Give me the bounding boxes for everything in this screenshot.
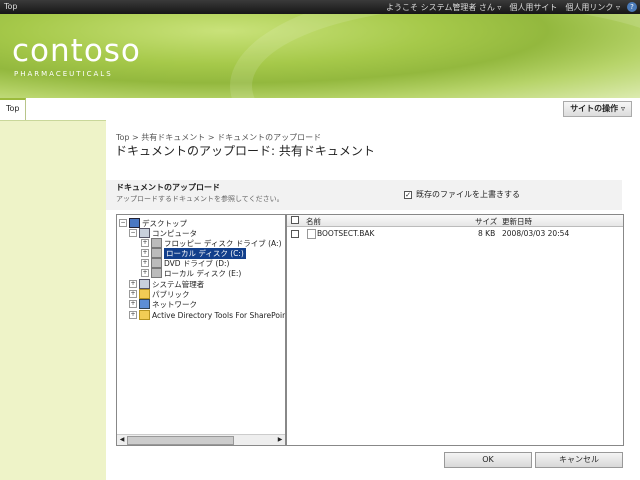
- upload-heading: ドキュメントのアップロード: [116, 183, 220, 192]
- scrollbar-thumb[interactable]: [127, 436, 234, 445]
- upload-panel-header: ドキュメントのアップロード アップロードするドキュメントを参照してください。 ✓…: [106, 180, 622, 210]
- my-links-menu[interactable]: 個人用リンク ▿: [565, 2, 620, 13]
- expand-icon[interactable]: +: [129, 300, 137, 308]
- tree-item-public[interactable]: + パブリック: [129, 289, 190, 299]
- tree-item-desktop[interactable]: − デスクトップ: [119, 218, 187, 228]
- folder-icon: [139, 310, 150, 320]
- collapse-icon[interactable]: −: [129, 229, 137, 237]
- global-top-bar: Top ようこそ システム管理者 さん ▿ 個人用サイト 個人用リンク ▿ ?: [0, 0, 640, 14]
- help-icon[interactable]: ?: [627, 2, 637, 12]
- horizontal-scrollbar[interactable]: ◀ ▶: [117, 434, 285, 445]
- column-name[interactable]: 名前: [306, 216, 321, 227]
- expand-icon[interactable]: +: [141, 239, 149, 247]
- expand-icon[interactable]: +: [129, 290, 137, 298]
- upload-panel: ドキュメントのアップロード アップロードするドキュメントを参照してください。 ✓…: [106, 180, 624, 446]
- file-modified: 2008/03/03 20:54: [502, 229, 570, 238]
- select-all-checkbox[interactable]: [291, 216, 299, 224]
- tree-item-floppy[interactable]: + フロッピー ディスク ドライブ (A:): [141, 238, 282, 248]
- site-banner: contoso PHARMACEUTICALS: [0, 14, 640, 98]
- site-title-link[interactable]: Top: [4, 2, 18, 11]
- desktop-icon: [129, 218, 140, 228]
- collapse-icon[interactable]: −: [119, 219, 127, 227]
- scroll-right-icon[interactable]: ▶: [276, 436, 284, 443]
- overwrite-option[interactable]: ✓ 既存のファイルを上書きする: [404, 189, 520, 200]
- welcome-menu[interactable]: ようこそ システム管理者 さん ▿: [386, 2, 501, 13]
- file-list-header: 名前 サイズ 更新日時: [287, 215, 623, 227]
- tab-top[interactable]: Top: [0, 98, 26, 120]
- banner-swirl: [230, 14, 640, 98]
- expand-icon[interactable]: +: [129, 280, 137, 288]
- column-size[interactable]: サイズ: [475, 216, 497, 227]
- computer-icon: [139, 228, 150, 238]
- scroll-left-icon[interactable]: ◀: [118, 436, 126, 443]
- tree-item-local-disk-e[interactable]: + ローカル ディスク (E:): [141, 268, 241, 278]
- column-modified[interactable]: 更新日時: [502, 216, 532, 227]
- logo-tagline: PHARMACEUTICALS: [14, 70, 113, 78]
- dvd-drive-icon: [151, 258, 162, 268]
- page-title: ドキュメントのアップロード: 共有ドキュメント: [115, 144, 375, 158]
- floppy-drive-icon: [151, 238, 162, 248]
- cancel-button[interactable]: キャンセル: [535, 452, 623, 468]
- file-name: BOOTSECT.BAK: [317, 229, 375, 238]
- tree-item-label: ローカル ディスク (E:): [164, 268, 242, 278]
- folder-icon: [139, 289, 150, 299]
- my-site-link[interactable]: 個人用サイト: [509, 2, 557, 13]
- file-icon: [307, 229, 316, 239]
- logo[interactable]: contoso: [12, 33, 141, 69]
- top-navigation: Top サイトの操作 ▿: [0, 98, 640, 121]
- overwrite-checkbox[interactable]: ✓: [404, 190, 412, 199]
- tree-item-ad-tools[interactable]: + Active Directory Tools For SharePoint: [129, 310, 286, 320]
- ok-button[interactable]: OK: [444, 452, 532, 468]
- site-actions-menu[interactable]: サイトの操作 ▿: [563, 101, 632, 117]
- file-list: 名前 サイズ 更新日時 BOOTSECT.BAK 8 KB 2008/03/03…: [286, 214, 624, 446]
- expand-icon[interactable]: +: [141, 269, 149, 277]
- network-icon: [139, 299, 150, 309]
- local-disk-icon: [151, 268, 162, 278]
- file-row[interactable]: BOOTSECT.BAK 8 KB 2008/03/03 20:54: [287, 228, 623, 239]
- file-size: 8 KB: [478, 229, 496, 238]
- folder-tree[interactable]: − デスクトップ − コンピュータ + フロッピー ディスク ドライブ (A:)…: [116, 214, 286, 446]
- local-disk-icon: [151, 248, 162, 258]
- main-content: Top > 共有ドキュメント > ドキュメントのアップロード ドキュメントのアッ…: [106, 120, 640, 480]
- user-folder-icon: [139, 279, 150, 289]
- tree-item-computer[interactable]: − コンピュータ: [129, 228, 197, 238]
- tree-item-dvd-drive[interactable]: + DVD ドライブ (D:): [141, 258, 229, 268]
- top-links: ようこそ システム管理者 さん ▿ 個人用サイト 個人用リンク ▿: [386, 2, 620, 13]
- tree-item-admin[interactable]: + システム管理者: [129, 279, 204, 289]
- upload-description: アップロードするドキュメントを参照してください。: [116, 195, 284, 203]
- overwrite-label: 既存のファイルを上書きする: [416, 190, 520, 199]
- tree-item-local-disk-c[interactable]: + ローカル ディスク (C:): [141, 247, 246, 259]
- file-checkbox[interactable]: [291, 230, 299, 238]
- tree-item-label: Active Directory Tools For SharePoint: [152, 310, 286, 320]
- expand-icon[interactable]: +: [129, 311, 137, 319]
- tree-item-network[interactable]: + ネットワーク: [129, 299, 197, 309]
- tree-item-label: ネットワーク: [152, 299, 197, 309]
- expand-icon[interactable]: +: [141, 259, 149, 267]
- expand-icon[interactable]: +: [141, 249, 149, 257]
